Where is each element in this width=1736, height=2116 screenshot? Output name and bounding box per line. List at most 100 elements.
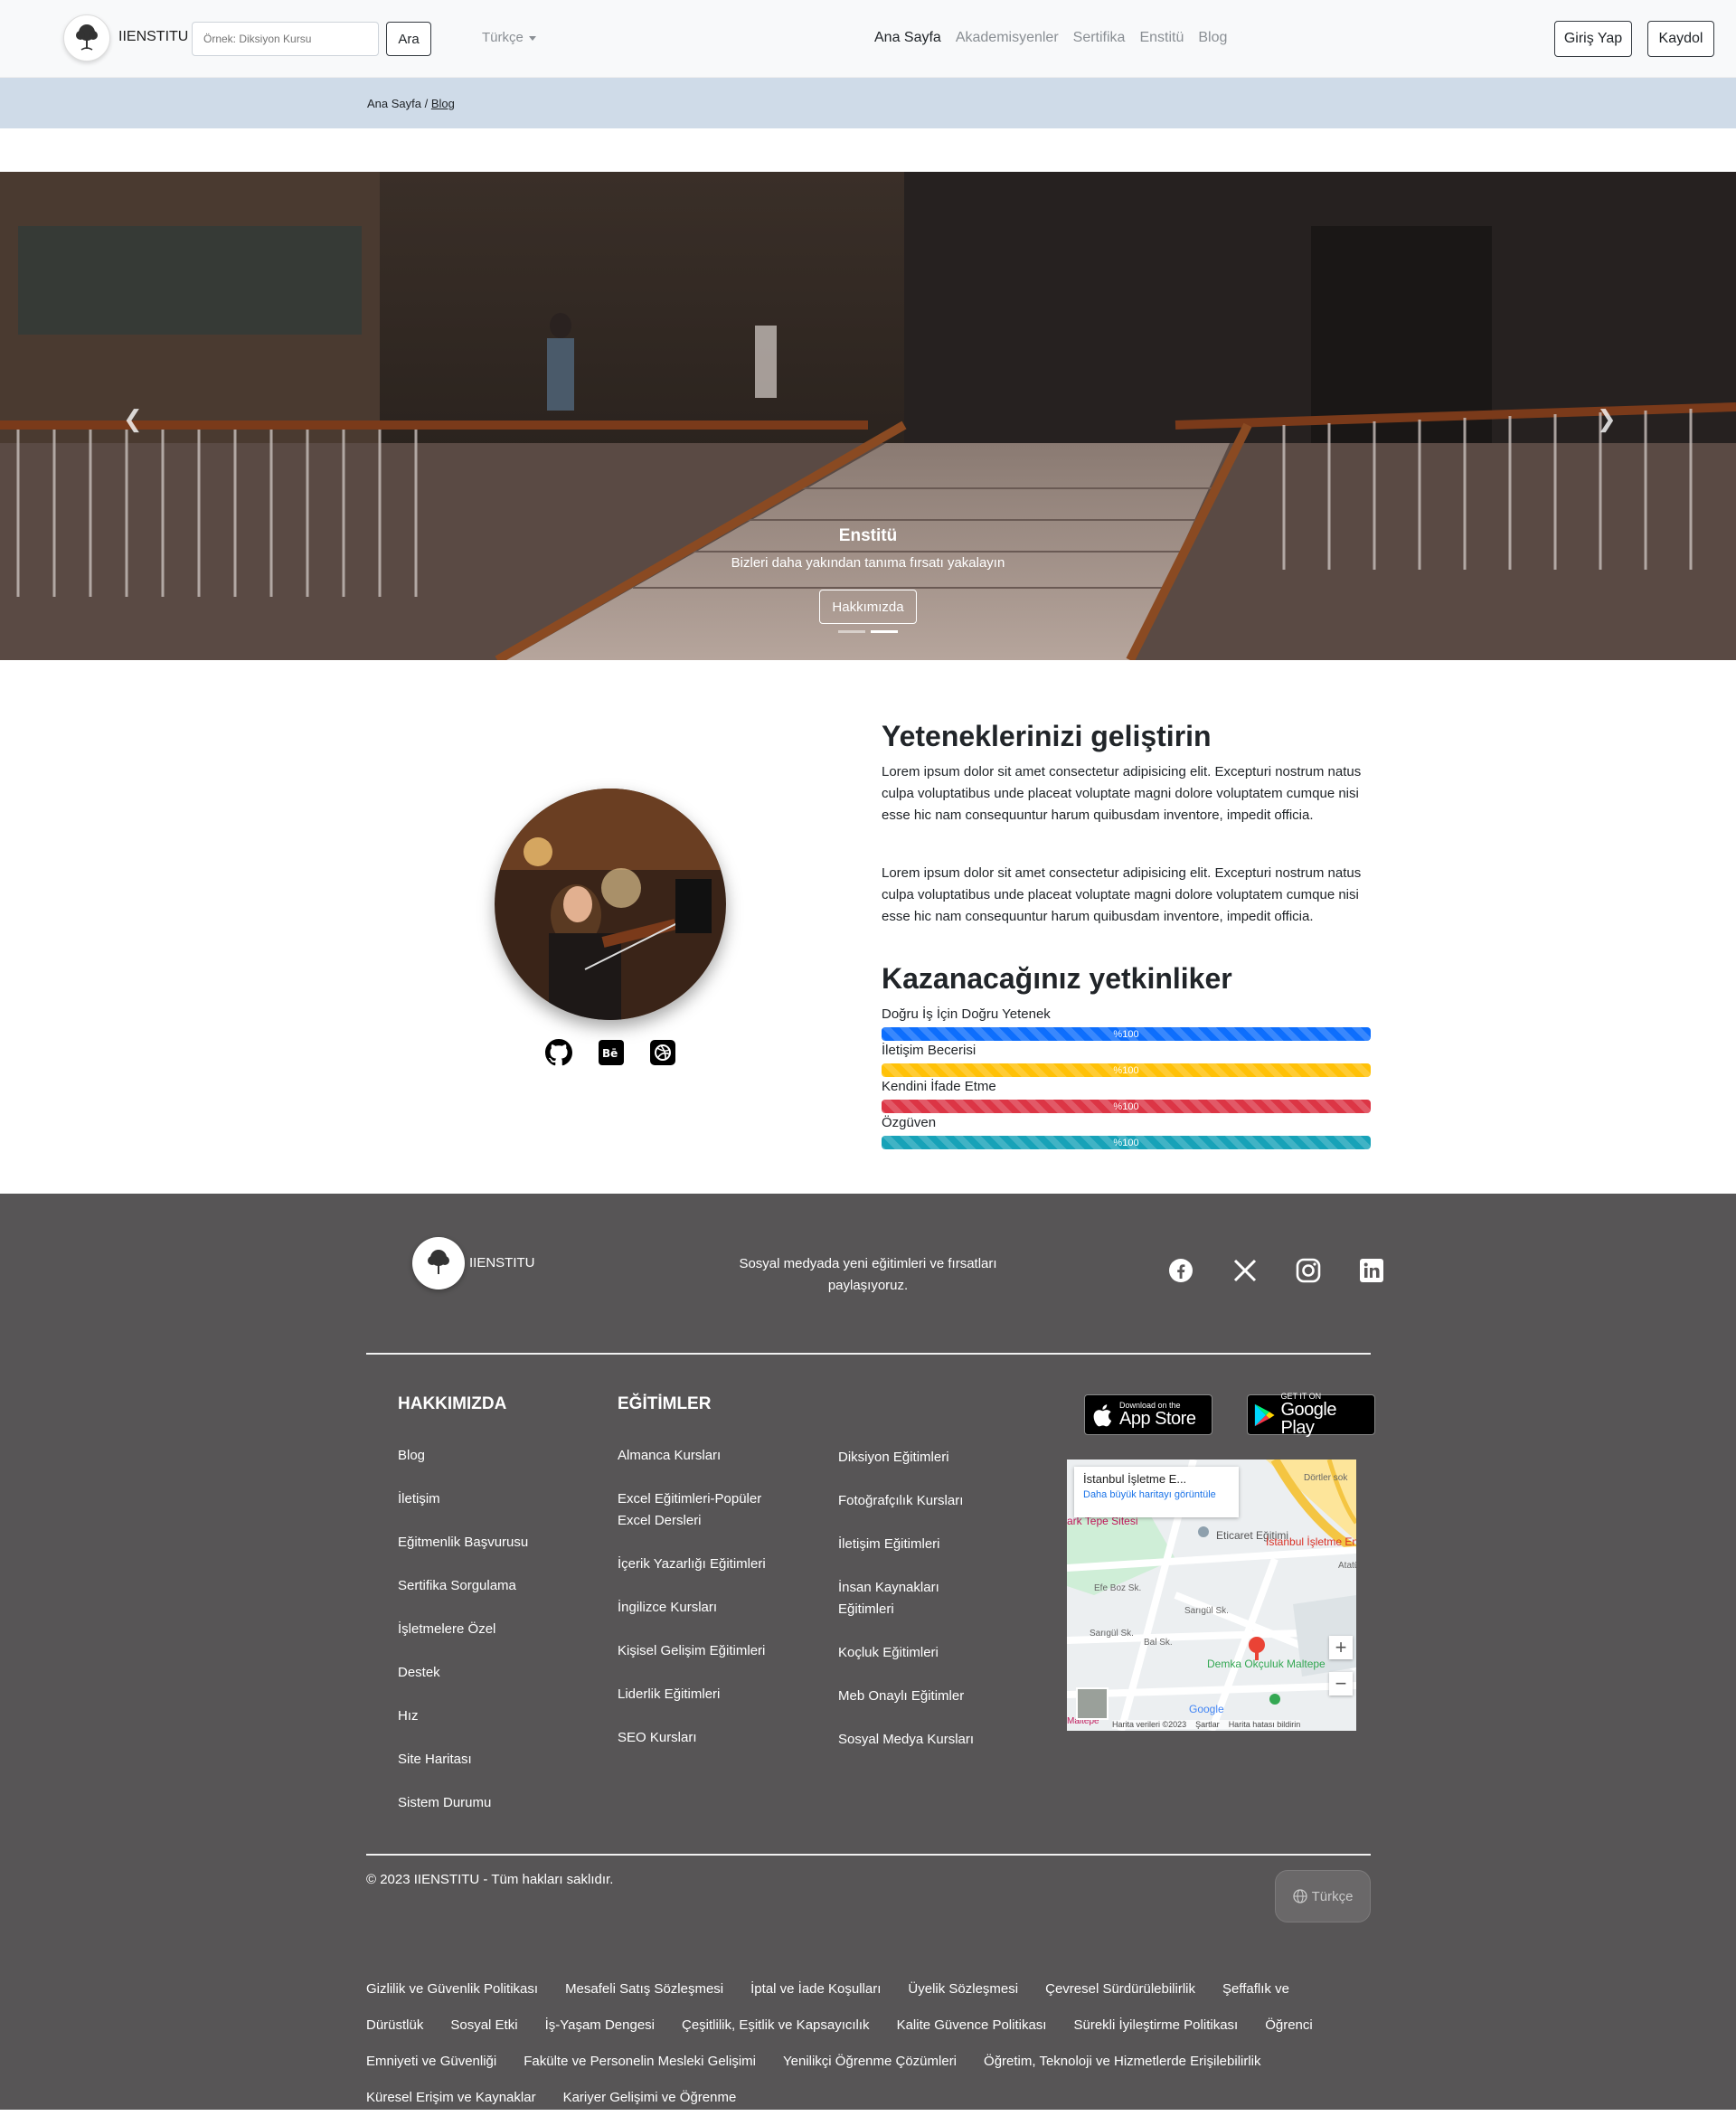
linkedin-icon[interactable] xyxy=(1358,1257,1385,1284)
footer-link[interactable]: Diksiyon Eğitimleri xyxy=(838,1447,992,1469)
satellite-toggle[interactable] xyxy=(1076,1687,1109,1720)
legal-link[interactable]: Dürüstlük xyxy=(366,2017,423,2033)
skills-heading: Yeteneklerinizi geliştirin xyxy=(882,720,1212,752)
x-icon[interactable] xyxy=(1231,1257,1259,1284)
footer-link[interactable]: Blog xyxy=(398,1445,528,1467)
breadcrumb-current[interactable]: Blog xyxy=(431,97,455,110)
map-terms-link[interactable]: Şartlar xyxy=(1195,1720,1220,1729)
carousel-next-icon[interactable]: ❯ xyxy=(1597,405,1617,433)
footer-link[interactable]: SEO Kursları xyxy=(618,1727,789,1749)
footer-link[interactable]: Destek xyxy=(398,1662,528,1684)
progress-fill: %100 xyxy=(882,1100,1371,1113)
carousel-prev-icon[interactable]: ❮ xyxy=(123,405,143,433)
legal-link[interactable]: Kalite Güvence Politikası xyxy=(897,2017,1047,2033)
about-button[interactable]: Hakkımızda xyxy=(819,590,917,624)
bar-label: İletişim Becerisi xyxy=(882,1043,976,1058)
footer-link[interactable]: İçerik Yazarlığı Eğitimleri xyxy=(618,1554,789,1575)
brand-name[interactable]: IIENSTITU xyxy=(118,29,188,45)
footer-link[interactable]: Kişisel Gelişim Eğitimleri xyxy=(618,1640,789,1662)
breadcrumb-home[interactable]: Ana Sayfa xyxy=(367,97,421,110)
nav-link-academics[interactable]: Akademisyenler xyxy=(956,30,1059,46)
footer-link[interactable]: Eğitmenlik Başvurusu xyxy=(398,1532,528,1554)
globe-icon xyxy=(1292,1889,1307,1903)
footer-link[interactable]: İnsan Kaynakları Eğitimleri xyxy=(838,1577,992,1620)
github-icon[interactable] xyxy=(544,1038,573,1067)
behance-icon[interactable]: Bē xyxy=(597,1038,626,1067)
footer-link[interactable]: Sistem Durumu xyxy=(398,1792,528,1814)
facebook-icon[interactable] xyxy=(1167,1257,1194,1284)
skills-section: Bē Yeteneklerinizi geliştirin Lorem ipsu… xyxy=(0,660,1736,1194)
footer-link[interactable]: Meb Onaylı Eğitimler xyxy=(838,1686,992,1707)
courses-links-col1: Almanca Kursları Excel Eğitimleri-Popüle… xyxy=(618,1445,789,1771)
carousel-indicator[interactable] xyxy=(838,630,865,633)
footer-link[interactable]: Koçluk Eğitimleri xyxy=(838,1642,992,1664)
legal-link[interactable]: Öğretim, Teknoloji ve Hizmetlerde Erişil… xyxy=(984,2054,1260,2069)
violinist-image xyxy=(495,789,726,1020)
footer-link[interactable]: Almanca Kursları xyxy=(618,1445,789,1467)
nav-link-certificate[interactable]: Sertifika xyxy=(1073,30,1126,46)
nav-link-home[interactable]: Ana Sayfa xyxy=(874,30,941,46)
legal-link[interactable]: Sosyal Etki xyxy=(450,2017,517,2033)
legal-link[interactable]: Öğrenci xyxy=(1265,2017,1313,2033)
instagram-icon[interactable] xyxy=(1295,1257,1322,1284)
footer-link[interactable]: Site Haritası xyxy=(398,1749,528,1771)
legal-link[interactable]: Çevresel Sürdürülebilirlik xyxy=(1045,1981,1195,1997)
progress-fill: %100 xyxy=(882,1136,1371,1149)
site-footer: IIENSTITU Sosyal medyada yeni eğitimleri… xyxy=(0,1194,1736,2110)
footer-link[interactable]: İletişim Eğitimleri xyxy=(838,1534,992,1555)
brand-logo[interactable] xyxy=(63,14,110,61)
bar-label: Özgüven xyxy=(882,1115,937,1130)
legal-link[interactable]: Yenilikçi Öğrenme Çözümleri xyxy=(783,2054,957,2069)
location-map[interactable]: Demka Okçuluk Maltepe Eticaret Eğitimi İ… xyxy=(1067,1459,1356,1731)
app-store-badge[interactable]: Download on the App Store xyxy=(1084,1394,1212,1435)
legal-link[interactable]: Şeffaflık ve xyxy=(1222,1981,1289,1997)
chevron-down-icon xyxy=(528,35,536,41)
search-input[interactable] xyxy=(192,22,379,56)
profile-photo xyxy=(495,789,726,1020)
legal-link[interactable]: Gizlilik ve Güvenlik Politikası xyxy=(366,1981,538,1997)
footer-link[interactable]: Liderlik Eğitimleri xyxy=(618,1684,789,1705)
svg-text:Bē: Bē xyxy=(602,1047,618,1060)
footer-link[interactable]: İletişim xyxy=(398,1488,528,1510)
footer-link[interactable]: Hız xyxy=(398,1705,528,1727)
progress-bar: %100 xyxy=(882,1027,1371,1041)
search-button[interactable]: Ara xyxy=(386,22,431,56)
legal-link[interactable]: Emniyeti ve Güvenliği xyxy=(366,2054,496,2069)
dribbble-icon[interactable] xyxy=(648,1038,677,1067)
zoom-in-icon[interactable]: + xyxy=(1329,1636,1353,1659)
google-play-large-text: Google Play xyxy=(1280,1400,1337,1438)
legal-link[interactable]: Üyelik Sözleşmesi xyxy=(908,1981,1018,1997)
legal-link[interactable]: Kariyer Gelişimi ve Öğrenme xyxy=(563,2090,737,2105)
zoom-out-icon[interactable]: − xyxy=(1329,1672,1353,1696)
footer-brand: IIENSTITU xyxy=(469,1255,535,1271)
footer-logo[interactable] xyxy=(412,1237,465,1289)
apple-icon xyxy=(1093,1403,1112,1426)
hero-subtitle: Bizleri daha yakından tanıma fırsatı yak… xyxy=(731,555,1005,571)
map-larger-link[interactable]: Daha büyük haritayı görüntüle xyxy=(1083,1489,1230,1500)
footer-link[interactable]: Excel Eğitimleri-Popüler Excel Dersleri xyxy=(618,1488,789,1532)
map-place-title: İstanbul İşletme E... xyxy=(1083,1472,1187,1486)
carousel-indicator[interactable] xyxy=(871,630,898,633)
legal-link[interactable]: İptal ve İade Koşulları xyxy=(750,1981,881,1997)
footer-link[interactable]: Sosyal Medya Kursları xyxy=(838,1729,992,1751)
footer-link[interactable]: Fotoğrafçılık Kursları xyxy=(838,1490,992,1512)
nav-link-blog[interactable]: Blog xyxy=(1198,30,1227,46)
footer-language-button[interactable]: Türkçe xyxy=(1275,1870,1371,1922)
register-button[interactable]: Kaydol xyxy=(1647,21,1714,57)
legal-link[interactable]: Çeşitlilik, Eşitlik ve Kapsayıcılık xyxy=(682,2017,870,2033)
legal-link[interactable]: İş-Yaşam Dengesi xyxy=(545,2017,655,2033)
map-label: Atatürk C xyxy=(1338,1561,1356,1571)
footer-link[interactable]: İngilizce Kursları xyxy=(618,1597,789,1619)
footer-link[interactable]: İşletmelere Özel xyxy=(398,1619,528,1640)
legal-link[interactable]: Mesafeli Satış Sözleşmesi xyxy=(565,1981,723,1997)
nav-link-institute[interactable]: Enstitü xyxy=(1139,30,1184,46)
google-play-badge[interactable]: GET IT ON Google Play xyxy=(1247,1393,1375,1438)
legal-link[interactable]: Küresel Erişim ve Kaynaklar xyxy=(366,2090,536,2105)
map-report-link[interactable]: Harita hatası bildirin xyxy=(1229,1720,1301,1729)
legal-link[interactable]: Fakülte ve Personelin Mesleki Gelişimi xyxy=(524,2054,756,2069)
legal-link[interactable]: Sürekli İyileştirme Politikası xyxy=(1073,2017,1238,2033)
language-dropdown[interactable]: Türkçe xyxy=(482,30,536,45)
footer-link[interactable]: Sertifika Sorgulama xyxy=(398,1575,528,1597)
about-links: Blog İletişim Eğitmenlik Başvurusu Serti… xyxy=(398,1445,528,1836)
login-button[interactable]: Giriş Yap xyxy=(1554,21,1632,57)
